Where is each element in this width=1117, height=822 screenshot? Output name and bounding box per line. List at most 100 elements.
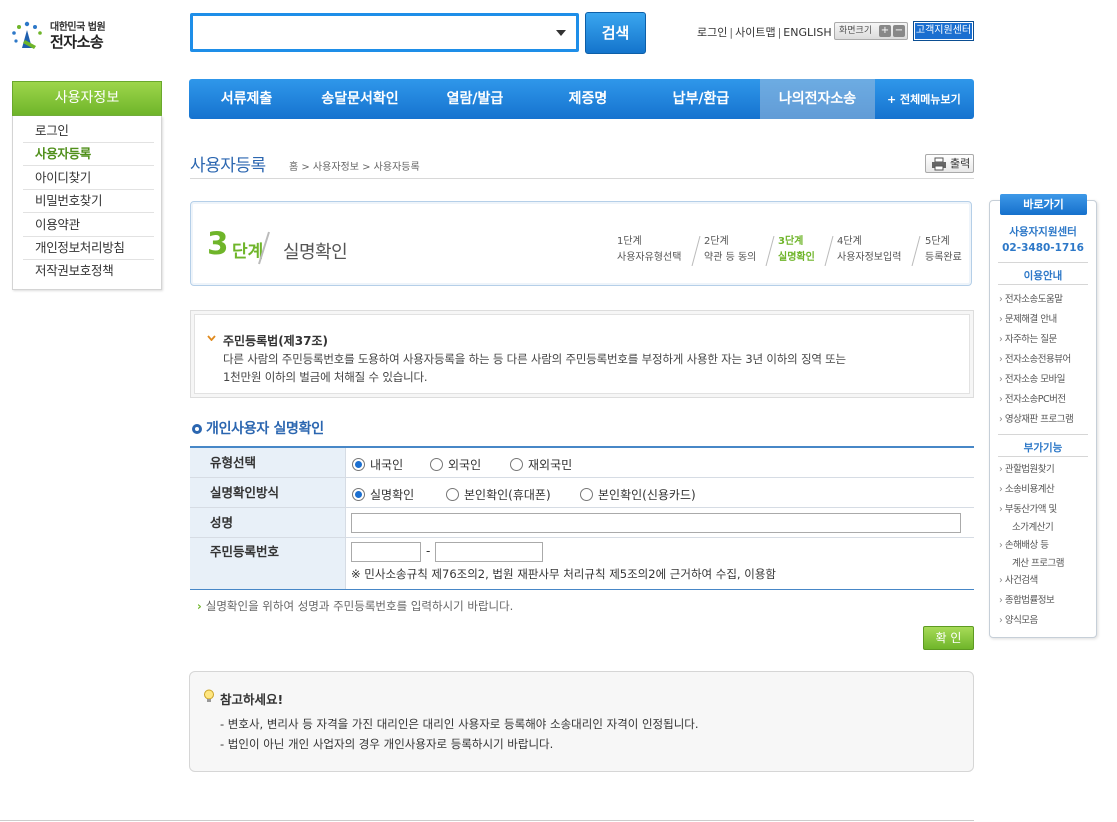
customer-support-button[interactable]: 고객지원센터 xyxy=(913,21,974,41)
note-line-1: - 변호사, 변리사 등 자격을 가진 대리인은 대리인 사용자로 등록해야 소… xyxy=(220,717,699,731)
font-size-control: 화면크기 + − xyxy=(834,22,908,40)
radio-checked-icon[interactable] xyxy=(352,458,365,471)
verification-form: 유형선택 내국인 외국인 재외국민 실명확인방식 실명확인 본인확인(휴대폰) … xyxy=(190,446,974,590)
rrn-value: - ※ 민사소송규칙 제76조의2, 법원 재판사무 처리규칙 제5조의2에 근… xyxy=(350,538,974,589)
quick-link-help[interactable]: 전자소송도움말 xyxy=(999,292,1063,308)
form-row-type: 유형선택 내국인 외국인 재외국민 xyxy=(190,448,974,478)
search-input[interactable] xyxy=(197,20,547,45)
quick-link-find-court[interactable]: 관할법원찾기 xyxy=(999,462,1055,478)
sidebar-item-find-id[interactable]: 아이디찾기 xyxy=(23,167,154,190)
quick-link-faq[interactable]: 자주하는 질문 xyxy=(999,332,1057,348)
quick-link-troubleshoot[interactable]: 문제해결 안내 xyxy=(999,312,1057,328)
step-5-label: 등록완료 xyxy=(925,252,962,263)
quick-link-cost-calc[interactable]: 소송비용계산 xyxy=(999,482,1055,498)
radio-foreigner-label: 외국인 xyxy=(448,458,482,472)
print-button[interactable]: 출력 xyxy=(925,154,974,173)
type-options: 내국인 외국인 재외국민 xyxy=(350,448,974,477)
note-box: 참고하세요! - 변호사, 변리사 등 자격을 가진 대리인은 대리인 사용자로… xyxy=(189,671,974,772)
sidebar-item-terms[interactable]: 이용약관 xyxy=(23,214,154,237)
quick-link-viewer[interactable]: 전자소송전용뷰어 xyxy=(999,352,1071,368)
step-1: 1단계 사용자유형선택 xyxy=(617,234,681,266)
quick-link-damages[interactable]: 손해배상 등 xyxy=(999,538,1049,554)
print-label: 출력 xyxy=(950,157,971,170)
main-nav: 서류제출 송달문서확인 열람/발급 제증명 납부/환급 나의전자소송 + 전체메… xyxy=(189,79,974,119)
chevron-down-icon xyxy=(207,335,216,341)
sidebar-item-find-password[interactable]: 비밀번호찾기 xyxy=(23,190,154,213)
search-button[interactable]: 검색 xyxy=(585,12,646,54)
court-emblem-icon xyxy=(12,21,42,49)
form-title-text: 개인사용자 실명확인 xyxy=(206,421,324,437)
step-4-no: 4단계 xyxy=(837,236,862,247)
radio-overseas[interactable]: 재외국민 xyxy=(510,456,572,473)
radio-foreigner[interactable]: 외국인 xyxy=(430,456,481,473)
chevron-down-icon[interactable] xyxy=(556,30,566,36)
court-logo[interactable]: 대한민국 법원 전자소송 xyxy=(8,14,118,54)
form-row-name: 성명 xyxy=(190,508,974,538)
rrn-legal-note: ※ 민사소송규칙 제76조의2, 법원 재판사무 처리규칙 제5조의2에 근거하… xyxy=(351,567,776,581)
radio-mobile[interactable]: 본인확인(휴대폰) xyxy=(446,486,551,503)
zoom-out-button[interactable]: − xyxy=(893,25,905,37)
confirm-button[interactable]: 확 인 xyxy=(923,626,974,650)
quick-link-video-trial[interactable]: 영상재판 프로그램 xyxy=(999,412,1074,428)
name-value xyxy=(350,508,974,537)
quick-link-damages-2[interactable]: 계산 프로그램 xyxy=(1012,555,1064,569)
rrn-front-input[interactable] xyxy=(351,542,421,562)
nav-item-delivery[interactable]: 송달문서확인 xyxy=(304,79,416,119)
step-3-label: 실명확인 xyxy=(778,252,815,263)
law-text: 다른 사람의 주민등록번호를 도용하여 사용자등록을 하는 등 다른 사람의 주… xyxy=(223,350,953,386)
nav-item-submit[interactable]: 서류제출 xyxy=(189,79,304,119)
english-link[interactable]: ENGLISH xyxy=(783,26,831,39)
radio-credit-card[interactable]: 본인확인(신용카드) xyxy=(580,486,696,503)
form-row-rrn: 주민등록번호 - ※ 민사소송규칙 제76조의2, 법원 재판사무 처리규칙 제… xyxy=(190,538,974,589)
lightbulb-icon xyxy=(204,689,214,702)
step-divider xyxy=(765,236,775,266)
sidebar-menu: 로그인 사용자등록 아이디찾기 비밀번호찾기 이용약관 개인정보처리방침 저작권… xyxy=(12,116,162,290)
bullet-icon xyxy=(192,424,202,434)
form-row-method: 실명확인방식 실명확인 본인확인(휴대폰) 본인확인(신용카드) xyxy=(190,478,974,508)
font-size-label: 화면크기 xyxy=(839,26,873,36)
radio-icon[interactable] xyxy=(446,488,459,501)
note-line-2: - 법인이 아닌 개인 사업자의 경우 개인사용자로 등록하시기 바랍니다. xyxy=(220,737,554,751)
nav-item-view-issue[interactable]: 열람/발급 xyxy=(416,79,534,119)
search-box[interactable] xyxy=(190,13,579,52)
quick-link-property-value-2[interactable]: 소가계산기 xyxy=(1012,519,1054,533)
rrn-back-input[interactable] xyxy=(435,542,543,562)
radio-real-name[interactable]: 실명확인 xyxy=(352,486,414,503)
nav-item-certificate[interactable]: 제증명 xyxy=(534,79,642,119)
nav-item-my-ecourt[interactable]: 나의전자소송 xyxy=(760,79,875,119)
quick-link-forms[interactable]: 양식모음 xyxy=(999,613,1038,629)
quick-link-property-value[interactable]: 부동산가액 및 xyxy=(999,502,1057,518)
quick-link-legal-info[interactable]: 종합법률정보 xyxy=(999,593,1055,609)
radio-icon[interactable] xyxy=(510,458,523,471)
step-2: 2단계 약관 등 동의 xyxy=(704,234,756,266)
radio-icon[interactable] xyxy=(580,488,593,501)
info-text: 실명확인을 위하여 성명과 주민등록번호를 입력하시기 바랍니다. xyxy=(205,599,514,613)
sitemap-link[interactable]: 사이트맵 xyxy=(735,24,775,40)
name-input[interactable] xyxy=(351,513,961,533)
law-text-line-2: 1천만원 이하의 벌금에 처해질 수 있습니다. xyxy=(223,370,428,384)
info-line: › 실명확인을 위하여 성명과 주민등록번호를 입력하시기 바랍니다. xyxy=(197,598,513,614)
quick-link-case-search[interactable]: 사건검색 xyxy=(999,573,1038,589)
step-2-label: 약관 등 동의 xyxy=(704,252,757,263)
sidebar-item-user-register[interactable]: 사용자등록 xyxy=(23,143,154,166)
step-divider xyxy=(911,236,921,266)
utility-links: 로그인 | 사이트맵 | ENGLISH xyxy=(697,24,832,40)
quick-link-pc-version[interactable]: 전자소송PC버전 xyxy=(999,392,1066,408)
radio-domestic[interactable]: 내국인 xyxy=(352,456,403,473)
radio-icon[interactable] xyxy=(430,458,443,471)
page-title: 사용자등록 xyxy=(190,156,266,176)
divider xyxy=(190,178,974,179)
all-menu-link[interactable]: + 전체메뉴보기 xyxy=(875,91,961,107)
logo-service-name: 전자소송 xyxy=(50,33,104,51)
name-label: 성명 xyxy=(190,508,346,537)
zoom-in-button[interactable]: + xyxy=(879,25,891,37)
sidebar-item-login[interactable]: 로그인 xyxy=(23,120,154,143)
nav-item-payment[interactable]: 납부/환급 xyxy=(642,79,760,119)
form-title: 개인사용자 실명확인 xyxy=(192,418,324,438)
sidebar-title: 사용자정보 xyxy=(12,81,162,116)
sidebar-item-privacy[interactable]: 개인정보처리방침 xyxy=(23,237,154,260)
quick-link-mobile[interactable]: 전자소송 모바일 xyxy=(999,372,1066,388)
login-link[interactable]: 로그인 xyxy=(697,24,727,40)
radio-checked-icon[interactable] xyxy=(352,488,365,501)
sidebar-item-copyright[interactable]: 저작권보호정책 xyxy=(23,260,154,283)
